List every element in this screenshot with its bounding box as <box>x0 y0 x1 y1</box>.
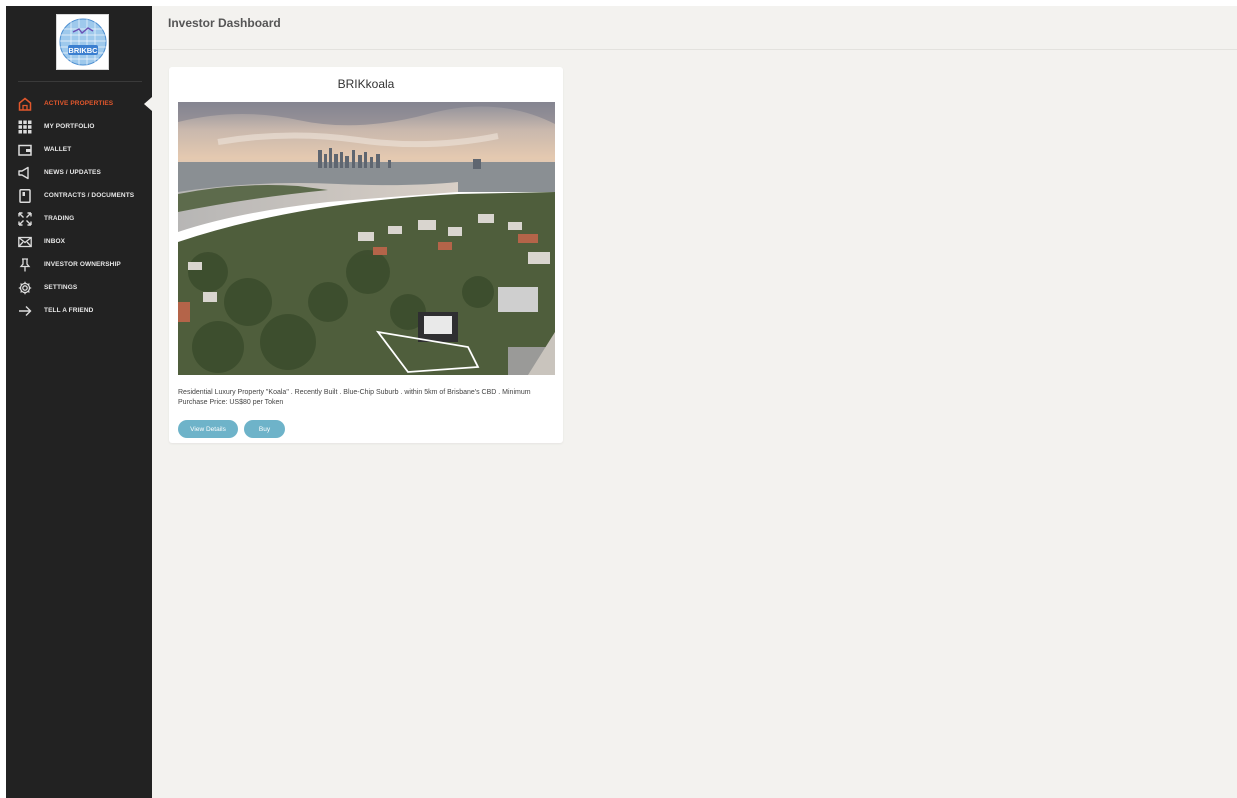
sidebar-item-tell-a-friend[interactable]: TELL A FRIEND <box>6 299 152 322</box>
top-bar: Investor Dashboard <box>152 6 1237 50</box>
sidebar-item-label: CONTRACTS / DOCUMENTS <box>44 192 135 199</box>
brand-logo[interactable]: BRIKBC <box>56 14 109 70</box>
document-icon <box>18 188 32 203</box>
sidebar-nav: ACTIVE PROPERTIES MY PORTFOLIO WALLET NE… <box>6 92 152 322</box>
active-indicator <box>144 97 152 111</box>
expand-arrows-icon <box>18 211 32 226</box>
sidebar-item-active-properties[interactable]: ACTIVE PROPERTIES <box>6 92 152 115</box>
sidebar-item-inbox[interactable]: INBOX <box>6 230 152 253</box>
sidebar-item-trading[interactable]: TRADING <box>6 207 152 230</box>
app-frame: BRIKBC ACTIVE PROPERTIES MY PORTFOLIO WA… <box>6 6 1237 798</box>
svg-text:BRIKBC: BRIKBC <box>68 46 98 55</box>
home-icon <box>18 97 32 111</box>
sidebar: BRIKBC ACTIVE PROPERTIES MY PORTFOLIO WA… <box>6 6 152 798</box>
envelope-icon <box>18 235 32 249</box>
sidebar-item-label: INVESTOR OWNERSHIP <box>44 261 121 268</box>
sidebar-item-my-portfolio[interactable]: MY PORTFOLIO <box>6 115 152 138</box>
property-card: BRIKkoala Residential Luxury Property "K… <box>169 67 563 443</box>
sidebar-item-label: TELL A FRIEND <box>44 307 94 314</box>
sidebar-item-contracts-documents[interactable]: CONTRACTS / DOCUMENTS <box>6 184 152 207</box>
sidebar-item-label: MY PORTFOLIO <box>44 123 95 130</box>
sidebar-divider <box>18 81 142 82</box>
grid-icon <box>18 120 32 134</box>
gear-icon <box>18 281 32 295</box>
sidebar-item-news-updates[interactable]: NEWS / UPDATES <box>6 161 152 184</box>
sidebar-item-label: WALLET <box>44 146 72 153</box>
view-details-button[interactable]: View Details <box>178 420 238 438</box>
property-title: BRIKkoala <box>337 77 395 91</box>
wallet-icon <box>18 143 32 157</box>
sidebar-item-settings[interactable]: SETTINGS <box>6 276 152 299</box>
sidebar-item-label: INBOX <box>44 238 66 245</box>
page-title: Investor Dashboard <box>168 16 281 30</box>
sidebar-item-wallet[interactable]: WALLET <box>6 138 152 161</box>
sidebar-item-label: SETTINGS <box>44 284 78 291</box>
megaphone-icon <box>18 166 32 180</box>
sidebar-item-investor-ownership[interactable]: INVESTOR OWNERSHIP <box>6 253 152 276</box>
sidebar-item-label: ACTIVE PROPERTIES <box>44 100 114 107</box>
property-description: Residential Luxury Property "Koala" . Re… <box>178 389 531 406</box>
sidebar-item-label: NEWS / UPDATES <box>44 169 101 176</box>
pin-icon <box>18 257 32 272</box>
sidebar-item-label: TRADING <box>44 215 75 222</box>
property-photo <box>178 102 555 375</box>
logo-emblem-icon: BRIKBC <box>59 18 106 66</box>
arrow-right-icon <box>18 304 32 318</box>
buy-button[interactable]: Buy <box>244 420 285 438</box>
